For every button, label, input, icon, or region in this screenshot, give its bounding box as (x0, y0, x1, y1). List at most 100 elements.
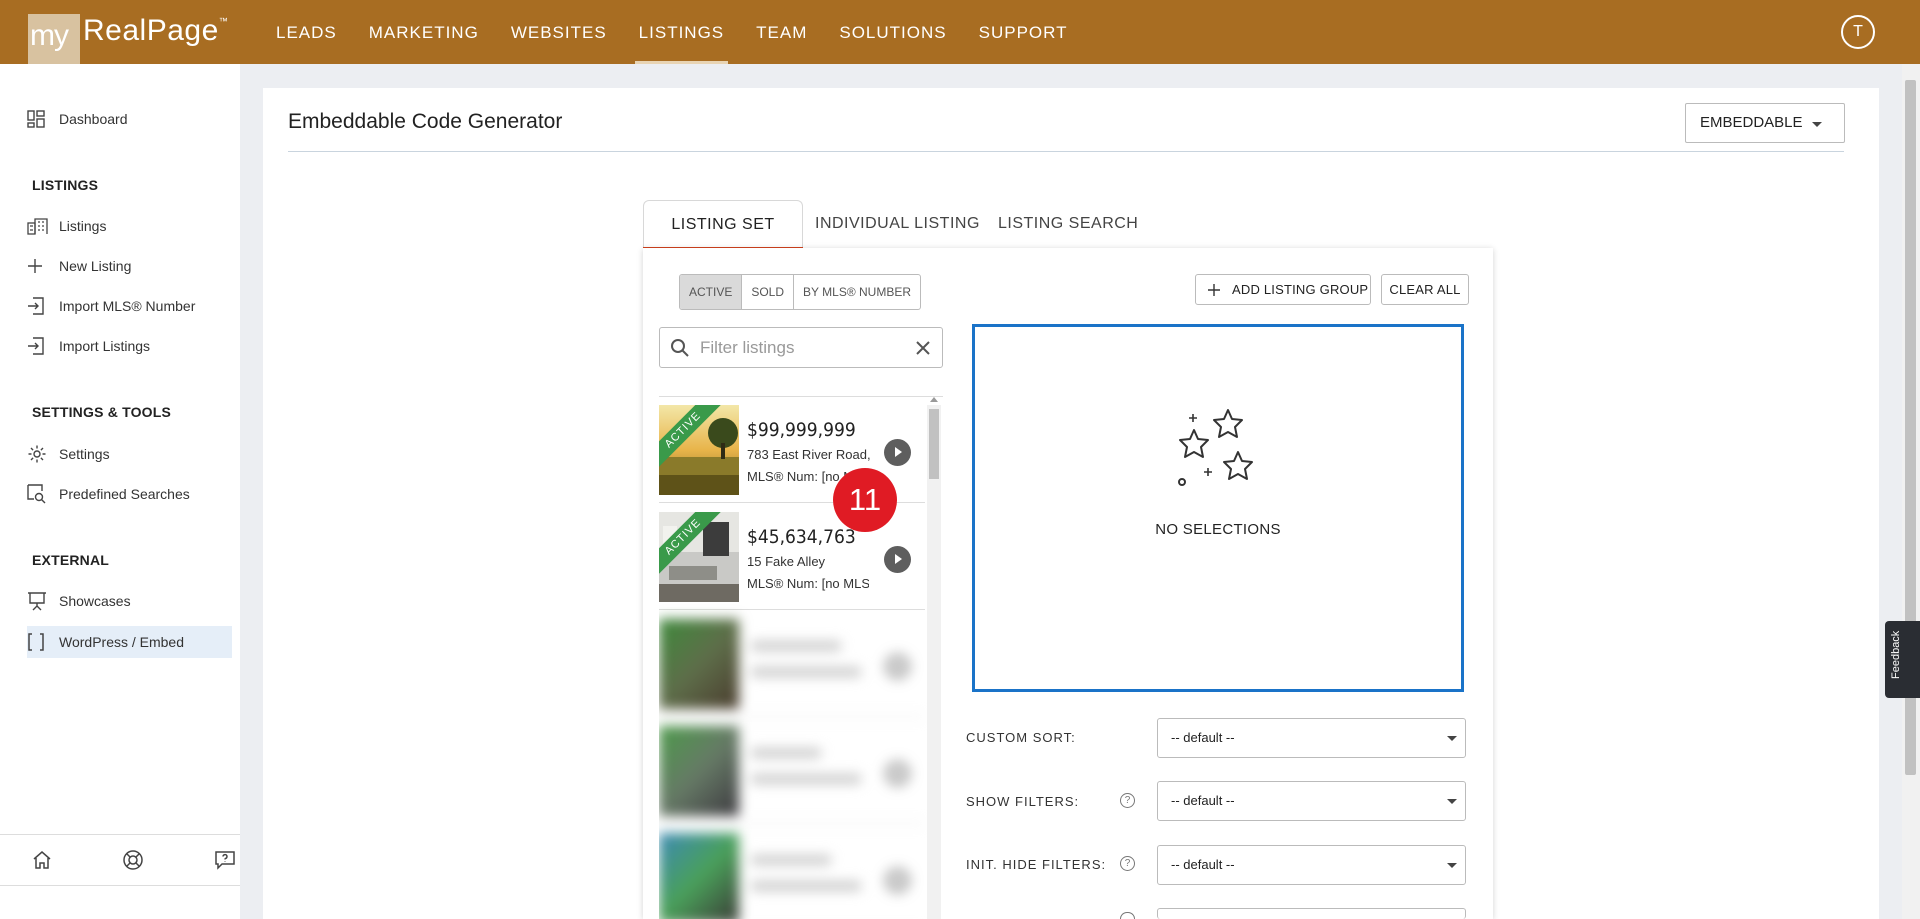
sidebar-item-showcases[interactable]: Showcases (27, 585, 232, 617)
search-document-icon (27, 484, 59, 504)
listing-row-blurred (659, 611, 925, 717)
caret-down-icon (1812, 122, 1822, 127)
custom-sort-value: -- default -- (1171, 730, 1235, 745)
listing-row-blurred (659, 718, 925, 824)
text-placeholder (751, 667, 861, 677)
chat-help-icon[interactable] (214, 849, 236, 871)
show-filters-select[interactable]: -- default -- (1157, 781, 1466, 821)
sidebar-heading-listings: LISTINGS (32, 177, 99, 193)
sidebar-item-label: Predefined Searches (59, 486, 190, 502)
nav-listings[interactable]: LISTINGS (631, 0, 732, 64)
caret-down-icon (1447, 863, 1457, 868)
stars-icon (1178, 409, 1253, 486)
top-bar: my RealPage ™ LEADS MARKETING WEBSITES L… (0, 0, 1920, 64)
help-icon[interactable]: ? (1120, 856, 1135, 871)
listing-photo-placeholder (659, 726, 739, 816)
home-icon[interactable] (32, 850, 52, 870)
close-icon[interactable] (915, 340, 931, 356)
tab-individual-listing[interactable]: INDIVIDUAL LISTING (815, 200, 980, 248)
init-hide-filters-label: INIT. HIDE FILTERS: (966, 857, 1107, 872)
sidebar-footer (0, 834, 240, 886)
feedback-tab[interactable]: Feedback (1885, 621, 1920, 698)
listing-photo-placeholder (659, 619, 739, 709)
listing-price: $99,999,999 (747, 419, 856, 441)
feedback-label: Feedback (1890, 630, 1902, 679)
scroll-up-arrow-icon[interactable] (930, 397, 938, 402)
status-mls-number-button[interactable]: BY MLS® NUMBER (794, 275, 920, 309)
listing-address: 15 Fake Alley (747, 554, 826, 569)
sidebar-item-label: WordPress / Embed (59, 634, 185, 650)
nav-websites[interactable]: WEBSITES (503, 0, 615, 64)
listing-photo: ACTIVE (659, 405, 739, 495)
add-listing-arrow-icon[interactable] (884, 439, 911, 466)
sidebar-item-dashboard[interactable]: Dashboard (27, 103, 232, 135)
text-placeholder (751, 774, 861, 784)
init-hide-filters-select[interactable]: -- default -- (1157, 845, 1466, 885)
text-placeholder (751, 748, 821, 758)
logo-name: RealPage (83, 14, 219, 47)
listing-scroll-thumb[interactable] (929, 409, 939, 479)
filter-listings-field (659, 327, 943, 368)
status-sold-button[interactable]: SOLD (742, 275, 795, 309)
import-icon (27, 337, 59, 355)
sidebar-item-predefined-searches[interactable]: Predefined Searches (27, 478, 232, 510)
add-listing-group-label: ADD LISTING GROUP (1232, 282, 1369, 297)
nav-leads[interactable]: LEADS (268, 0, 345, 64)
page-title: Embeddable Code Generator (288, 110, 563, 133)
sidebar-item-listings[interactable]: Listings (27, 210, 232, 242)
show-filters-value: -- default -- (1171, 793, 1235, 808)
main-nav: LEADS MARKETING WEBSITES LISTINGS TEAM S… (268, 0, 1092, 64)
status-active-button[interactable]: ACTIVE (680, 275, 743, 309)
filter-listings-input[interactable] (700, 336, 900, 360)
listing-scrollbar[interactable] (927, 405, 941, 919)
nav-team[interactable]: TEAM (748, 0, 815, 64)
listing-price: $45,634,763 (747, 526, 856, 548)
listing-photo: ACTIVE (659, 512, 739, 602)
selection-dropzone[interactable] (972, 324, 1464, 692)
sidebar-item-import-listings[interactable]: Import Listings (27, 330, 232, 362)
status-filter: ACTIVE SOLD BY MLS® NUMBER (679, 274, 922, 310)
add-listing-arrow-icon[interactable] (884, 546, 911, 573)
sidebar-item-wordpress-embed[interactable]: WordPress / Embed (27, 626, 232, 658)
text-placeholder (751, 881, 861, 891)
custom-sort-select[interactable]: -- default -- (1157, 718, 1466, 758)
embeddable-dropdown[interactable]: EMBEDDABLE (1685, 103, 1845, 143)
sidebar-item-label: Settings (59, 446, 110, 462)
tab-listing-set[interactable]: LISTING SET (643, 200, 803, 250)
listing-mls: MLS® Num: [no MLS (747, 576, 869, 591)
text-placeholder (751, 641, 841, 651)
lifebuoy-icon[interactable] (122, 849, 144, 871)
add-listing-group-button[interactable]: ADD LISTING GROUP (1195, 274, 1371, 305)
custom-sort-label: CUSTOM SORT: (966, 730, 1076, 745)
sidebar-item-import-mls[interactable]: Import MLS® Number (27, 290, 232, 322)
sidebar-item-label: Listings (59, 218, 107, 234)
logo[interactable]: my RealPage ™ (28, 14, 228, 64)
caret-down-icon (1447, 736, 1457, 741)
embeddable-dropdown-label: EMBEDDABLE (1700, 114, 1803, 131)
sidebar-item-label: Dashboard (59, 111, 128, 127)
dashboard-icon (27, 110, 59, 128)
sidebar-item-new-listing[interactable]: New Listing (27, 250, 232, 282)
listing-row-blurred (659, 825, 925, 919)
sidebar-item-settings[interactable]: Settings (27, 438, 232, 470)
help-icon[interactable]: ? (1120, 793, 1135, 808)
nav-support[interactable]: SUPPORT (971, 0, 1076, 64)
logo-my: my (28, 14, 80, 64)
arrow-icon (884, 760, 911, 787)
user-avatar[interactable]: T (1841, 15, 1875, 49)
next-option-select[interactable] (1157, 908, 1466, 919)
sidebar-heading-settings: SETTINGS & TOOLS (32, 404, 172, 420)
sidebar: Dashboard LISTINGS Listings New Listing … (0, 64, 240, 919)
brackets-icon (27, 633, 59, 651)
help-icon[interactable] (1120, 912, 1135, 919)
import-icon (27, 297, 59, 315)
nav-solutions[interactable]: SOLUTIONS (831, 0, 954, 64)
logo-trademark: ™ (218, 16, 228, 26)
nav-marketing[interactable]: MARKETING (361, 0, 487, 64)
no-selections-text: NO SELECTIONS (1155, 521, 1281, 538)
sidebar-item-label: New Listing (59, 258, 132, 274)
listing-list: ACTIVE $99,999,999 783 East River Road, … (659, 396, 943, 919)
gear-icon (27, 444, 59, 464)
tab-listing-search[interactable]: LISTING SEARCH (998, 200, 1138, 248)
clear-all-button[interactable]: CLEAR ALL (1381, 274, 1469, 305)
